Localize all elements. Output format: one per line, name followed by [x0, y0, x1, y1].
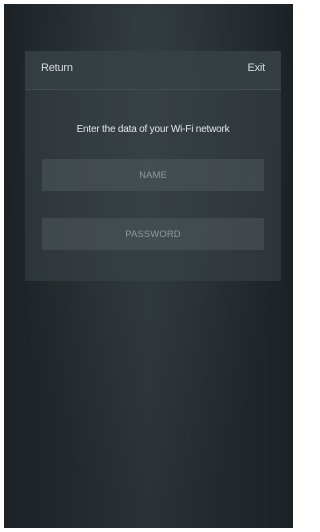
exit-button[interactable]: Exit	[247, 62, 265, 74]
wifi-password-input[interactable]	[42, 218, 264, 250]
app-screen: Return Exit Enter the data of your Wi-Fi…	[4, 4, 293, 528]
header-bar: Return Exit	[25, 51, 281, 90]
wifi-prompt-text: Enter the data of your Wi-Fi network	[76, 124, 230, 135]
wifi-setup-panel: Return Exit Enter the data of your Wi-Fi…	[25, 51, 281, 281]
return-button[interactable]: Return	[41, 62, 73, 74]
wifi-name-input[interactable]	[42, 159, 264, 191]
